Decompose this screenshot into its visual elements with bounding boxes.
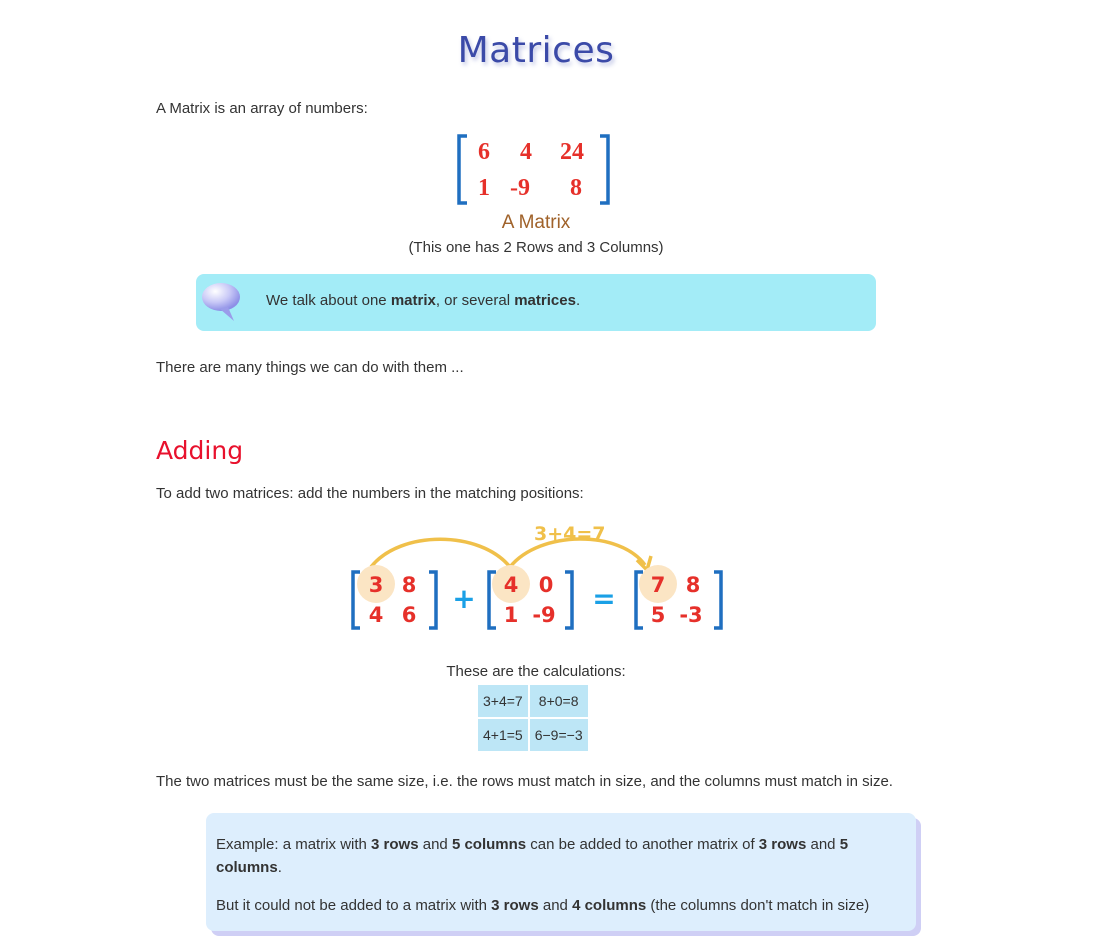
matrix-b-right-bracket: [565, 570, 574, 630]
intro-text: A Matrix is an array of numbers:: [156, 100, 368, 117]
calculations-table: 3+4=7 8+0=8 4+1=5 6−9=−3: [476, 683, 590, 753]
table-cell: 6−9=−3: [529, 719, 588, 751]
table-cell: 3+4=7: [478, 685, 528, 717]
matrix-b-cell: 0: [539, 573, 554, 597]
matrix-c-cell: -3: [679, 603, 702, 627]
matrix-b-cell: 1: [504, 603, 519, 627]
adding-intro: To add two matrices: add the numbers in …: [156, 485, 584, 502]
matrix-cell: 6: [478, 139, 490, 165]
matrix-subcaption: (This one has 2 Rows and 3 Columns): [408, 239, 664, 256]
matrix-a-right-bracket: [429, 570, 438, 630]
example-line-1: Example: a matrix with 3 rows and 5 colu…: [216, 836, 849, 876]
matrix-cell: 8: [570, 175, 582, 201]
note-box: We talk about one matrix, or several mat…: [196, 274, 876, 331]
matrix-a-cell: 3: [369, 573, 384, 597]
example-box: Example: a matrix with 3 rows and 5 colu…: [206, 813, 916, 931]
matrix-a-cell: 8: [402, 573, 417, 597]
page-title: Matrices: [457, 30, 615, 71]
arrow-label: 3+4=7: [534, 523, 606, 545]
matrix-caption: A Matrix: [501, 212, 571, 233]
matrix-cell: 24: [560, 139, 584, 165]
matrix-cell: 1: [478, 175, 490, 201]
matrix-addition-diagram: 3+4=7 + = 3 8 4 6 4 0 1 -9 7 8 5 -3: [340, 515, 740, 640]
matrix-cell: -9: [510, 175, 530, 201]
table-cell: 4+1=5: [478, 719, 528, 751]
matrix-a-cell: 4: [369, 603, 384, 627]
same-size-text: The two matrices must be the same size, …: [156, 773, 893, 790]
speech-bubble-icon: [200, 279, 244, 327]
matrix-cell: 4: [520, 139, 532, 165]
section-heading-adding: Adding: [156, 436, 244, 465]
matrix-c-cell: 8: [686, 573, 701, 597]
plus-sign: +: [452, 582, 475, 615]
table-cell: 8+0=8: [529, 685, 588, 717]
note-text: We talk about one matrix, or several mat…: [266, 292, 581, 309]
table-row: 4+1=5 6−9=−3: [478, 719, 588, 751]
equals-sign: =: [592, 582, 615, 615]
matrix-a-cell: 6: [402, 603, 417, 627]
matrix-b-cell: 4: [504, 573, 519, 597]
arrow-a-to-b: [369, 537, 512, 569]
example-line-2: But it could not be added to a matrix wi…: [216, 897, 870, 914]
matrix-c-right-bracket: [714, 570, 723, 630]
matrix-c-cell: 5: [651, 603, 666, 627]
matrix-c-cell: 7: [651, 573, 666, 597]
many-things-text: There are many things we can do with the…: [156, 359, 464, 376]
right-bracket: [600, 134, 610, 205]
table-row: 3+4=7 8+0=8: [478, 685, 588, 717]
matrix-example: 6 4 24 1 -9 8: [455, 133, 615, 208]
addition-svg: 3+4=7 + = 3 8 4 6 4 0 1 -9 7 8 5 -3: [351, 523, 723, 630]
matrix-b-cell: -9: [532, 603, 555, 627]
calculations-caption: These are the calculations:: [446, 663, 626, 680]
